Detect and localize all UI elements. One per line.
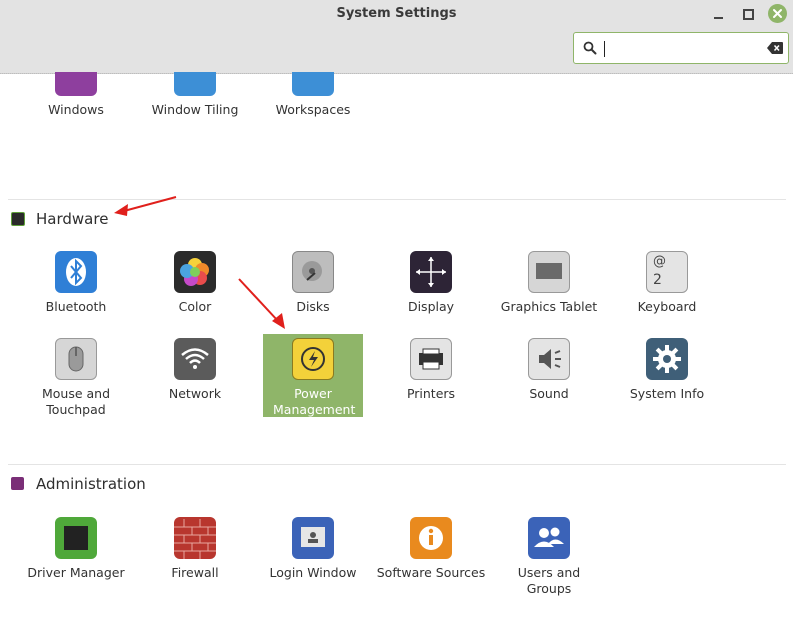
users-groups-icon (528, 517, 570, 559)
setting-driver-manager[interactable]: Driver Manager (21, 517, 131, 581)
section-divider (8, 199, 786, 200)
setting-label: Users and Groups (517, 565, 581, 596)
setting-keyboard[interactable]: @ 2 Keyboard (612, 251, 722, 315)
gear-icon (646, 338, 688, 380)
firewall-icon (174, 517, 216, 559)
workspaces-icon (292, 72, 334, 96)
section-title: Administration (36, 475, 146, 493)
setting-printers[interactable]: Printers (376, 338, 486, 402)
setting-label: Graphics Tablet (500, 299, 598, 314)
sound-icon (528, 338, 570, 380)
terminal-icon (11, 477, 24, 490)
setting-network[interactable]: Network (140, 338, 250, 402)
section-title: Hardware (36, 210, 109, 228)
setting-label: Network (168, 386, 222, 401)
clear-search-icon[interactable] (767, 42, 783, 54)
color-icon (174, 251, 216, 293)
setting-windows[interactable]: Windows (21, 56, 131, 118)
setting-power-management[interactable]: Power Management (263, 334, 363, 417)
setting-label: Mouse and Touchpad (41, 386, 111, 417)
windows-icon (55, 72, 97, 96)
window-tiling-icon (174, 72, 216, 96)
setting-firewall[interactable]: Firewall (140, 517, 250, 581)
search-field[interactable] (573, 32, 789, 64)
setting-label: Keyboard (637, 299, 697, 314)
power-icon (292, 338, 334, 380)
setting-bluetooth[interactable]: Bluetooth (21, 251, 131, 315)
display-icon (410, 251, 452, 293)
setting-login-window[interactable]: Login Window (258, 517, 368, 581)
section-divider (8, 464, 786, 465)
setting-label: Software Sources (376, 565, 486, 580)
setting-system-info[interactable]: System Info (612, 338, 722, 402)
disks-icon (292, 251, 334, 293)
setting-sound[interactable]: Sound (494, 338, 604, 402)
setting-mouse-and-touchpad[interactable]: Mouse and Touchpad (21, 338, 131, 418)
close-button[interactable] (768, 4, 787, 23)
setting-users-and-groups[interactable]: Users and Groups (494, 517, 604, 597)
setting-label: Power Management (273, 386, 356, 417)
setting-label: Bluetooth (45, 299, 107, 314)
setting-label: Printers (406, 386, 456, 401)
setting-label: Display (407, 299, 455, 314)
arrowhead (114, 204, 128, 216)
setting-label: Color (178, 299, 212, 314)
driver-manager-icon (55, 517, 97, 559)
setting-graphics-tablet[interactable]: Graphics Tablet (494, 251, 604, 315)
software-sources-icon (410, 517, 452, 559)
setting-label: Workspaces (275, 102, 351, 117)
keyboard-icon: @ 2 (646, 251, 688, 293)
search-input[interactable] (602, 38, 756, 60)
setting-disks[interactable]: Disks (258, 251, 368, 315)
close-icon (773, 9, 782, 18)
arrowhead (272, 313, 285, 329)
network-icon (174, 338, 216, 380)
setting-workspaces[interactable]: Workspaces (258, 56, 368, 118)
setting-label: Windows (48, 102, 104, 117)
mouse-icon (55, 338, 97, 380)
minimize-button[interactable] (709, 4, 729, 24)
search-icon (583, 41, 597, 55)
setting-label: Window Tiling (151, 102, 239, 117)
hardware-chip-icon (11, 212, 25, 226)
setting-label: System Info (629, 386, 705, 401)
printer-icon (410, 338, 452, 380)
bluetooth-icon (55, 251, 97, 293)
key-glyph: 2 (653, 272, 662, 288)
setting-label: Driver Manager (27, 565, 125, 580)
login-window-icon (292, 517, 334, 559)
window-title: System Settings (336, 6, 457, 21)
key-glyph: @ (653, 254, 666, 269)
setting-label: Login Window (269, 565, 357, 580)
text-caret (604, 41, 605, 57)
setting-display[interactable]: Display (376, 251, 486, 315)
setting-label: Disks (296, 299, 330, 314)
setting-label: Firewall (171, 565, 219, 580)
setting-color[interactable]: Color (140, 251, 250, 315)
setting-window-tiling[interactable]: Window Tiling (140, 56, 250, 118)
maximize-button[interactable] (738, 4, 758, 24)
setting-label: Sound (529, 386, 569, 401)
graphics-tablet-icon (528, 251, 570, 293)
setting-software-sources[interactable]: Software Sources (376, 517, 486, 581)
